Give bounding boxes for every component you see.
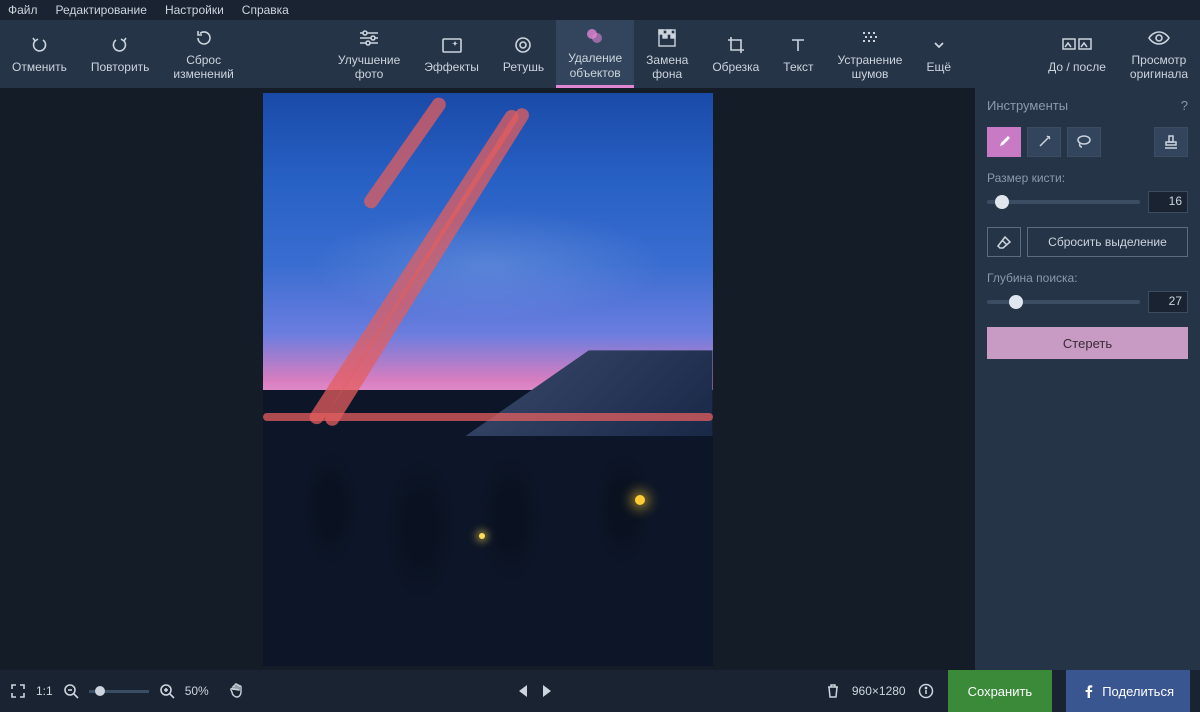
search-depth-value[interactable]: 27 bbox=[1148, 291, 1188, 313]
zoom-slider[interactable] bbox=[89, 690, 149, 693]
menu-file[interactable]: Файл bbox=[8, 3, 38, 17]
hand-tool-button[interactable] bbox=[229, 682, 245, 700]
crop-label: Обрезка bbox=[712, 60, 759, 74]
actual-size-button[interactable]: 1:1 bbox=[36, 684, 53, 698]
brush-tool[interactable] bbox=[987, 127, 1021, 157]
main-toolbar: Отменить Повторить Сброс изменений Улучш… bbox=[0, 20, 1200, 88]
info-button[interactable] bbox=[918, 683, 934, 699]
text-button[interactable]: Текст bbox=[771, 20, 825, 88]
before-after-icon bbox=[1062, 34, 1092, 56]
reset-icon bbox=[194, 27, 214, 49]
lasso-icon bbox=[1075, 134, 1093, 150]
zoom-in-button[interactable] bbox=[159, 683, 175, 699]
share-button[interactable]: Поделиться bbox=[1066, 670, 1190, 712]
bg-removal-label: Замена фона bbox=[646, 53, 688, 82]
panel-title: Инструменты bbox=[987, 98, 1068, 113]
denoise-label: Устранение шумов bbox=[838, 53, 903, 82]
view-original-button[interactable]: Просмотр оригинала bbox=[1118, 20, 1200, 88]
enhance-button[interactable]: Улучшение фото bbox=[326, 20, 412, 88]
image-dimensions: 960×1280 bbox=[852, 684, 906, 698]
wand-icon bbox=[1036, 134, 1052, 150]
eraser-button[interactable] bbox=[987, 227, 1021, 257]
search-depth-slider[interactable] bbox=[987, 300, 1140, 304]
redo-button[interactable]: Повторить bbox=[79, 20, 162, 88]
stamp-tool[interactable] bbox=[1154, 127, 1188, 157]
before-after-label: До / после bbox=[1048, 60, 1106, 74]
chevron-down-icon bbox=[931, 34, 947, 56]
menu-edit[interactable]: Редактирование bbox=[56, 3, 147, 17]
facebook-icon bbox=[1082, 684, 1096, 698]
crop-icon bbox=[726, 34, 746, 56]
help-icon[interactable]: ? bbox=[1181, 98, 1188, 113]
redo-icon bbox=[110, 34, 130, 56]
menu-bar: Файл Редактирование Настройки Справка bbox=[0, 0, 1200, 20]
search-depth-label: Глубина поиска: bbox=[987, 271, 1188, 285]
redo-label: Повторить bbox=[91, 60, 150, 74]
object-removal-icon bbox=[585, 25, 605, 47]
effects-label: Эффекты bbox=[424, 60, 479, 74]
bg-removal-button[interactable]: Замена фона bbox=[634, 20, 700, 88]
effects-icon bbox=[441, 34, 463, 56]
sliders-icon bbox=[358, 27, 380, 49]
brush-stroke bbox=[263, 413, 713, 421]
undo-button[interactable]: Отменить bbox=[0, 20, 79, 88]
delete-button[interactable] bbox=[826, 683, 840, 699]
brush-size-value[interactable]: 16 bbox=[1148, 191, 1188, 213]
retouch-button[interactable]: Ретушь bbox=[491, 20, 556, 88]
prev-button[interactable] bbox=[517, 684, 529, 698]
more-label: Ещё bbox=[926, 60, 951, 74]
object-removal-label: Удаление объектов bbox=[568, 51, 622, 80]
brush-icon bbox=[996, 134, 1012, 150]
fullscreen-button[interactable] bbox=[10, 683, 26, 699]
brush-size-label: Размер кисти: bbox=[987, 171, 1188, 185]
menu-settings[interactable]: Настройки bbox=[165, 3, 224, 17]
undo-icon bbox=[29, 34, 49, 56]
zoom-out-button[interactable] bbox=[63, 683, 79, 699]
text-label: Текст bbox=[783, 60, 813, 74]
eye-icon bbox=[1148, 27, 1170, 49]
next-button[interactable] bbox=[541, 684, 553, 698]
text-icon bbox=[788, 34, 808, 56]
retouch-label: Ретушь bbox=[503, 60, 544, 74]
share-label: Поделиться bbox=[1102, 684, 1174, 699]
image-canvas[interactable] bbox=[263, 93, 713, 666]
save-button[interactable]: Сохранить bbox=[948, 670, 1053, 712]
canvas-area[interactable] bbox=[0, 88, 975, 670]
retouch-icon bbox=[513, 34, 533, 56]
status-bar: 1:1 50% 960×1280 Сохранить Поделиться bbox=[0, 670, 1200, 712]
brush-size-slider[interactable] bbox=[987, 200, 1140, 204]
before-after-button[interactable]: До / после bbox=[1036, 20, 1118, 88]
erase-button[interactable]: Стереть bbox=[987, 327, 1188, 359]
more-button[interactable]: Ещё bbox=[914, 20, 963, 88]
tools-panel: Инструменты ? Размер кисти: 16 bbox=[975, 88, 1200, 670]
lasso-tool[interactable] bbox=[1067, 127, 1101, 157]
zoom-percent: 50% bbox=[185, 684, 209, 698]
view-original-label: Просмотр оригинала bbox=[1130, 53, 1188, 82]
eraser-icon bbox=[996, 235, 1012, 249]
magic-wand-tool[interactable] bbox=[1027, 127, 1061, 157]
stamp-icon bbox=[1163, 134, 1179, 150]
denoise-icon bbox=[860, 27, 880, 49]
reset-label: Сброс изменений bbox=[173, 53, 233, 82]
crop-button[interactable]: Обрезка bbox=[700, 20, 771, 88]
denoise-button[interactable]: Устранение шумов bbox=[826, 20, 915, 88]
menu-help[interactable]: Справка bbox=[242, 3, 289, 17]
reset-button[interactable]: Сброс изменений bbox=[161, 20, 245, 88]
effects-button[interactable]: Эффекты bbox=[412, 20, 491, 88]
enhance-label: Улучшение фото bbox=[338, 53, 400, 82]
reset-selection-button[interactable]: Сбросить выделение bbox=[1027, 227, 1188, 257]
object-removal-button[interactable]: Удаление объектов bbox=[556, 20, 634, 88]
undo-label: Отменить bbox=[12, 60, 67, 74]
bg-removal-icon bbox=[657, 27, 677, 49]
